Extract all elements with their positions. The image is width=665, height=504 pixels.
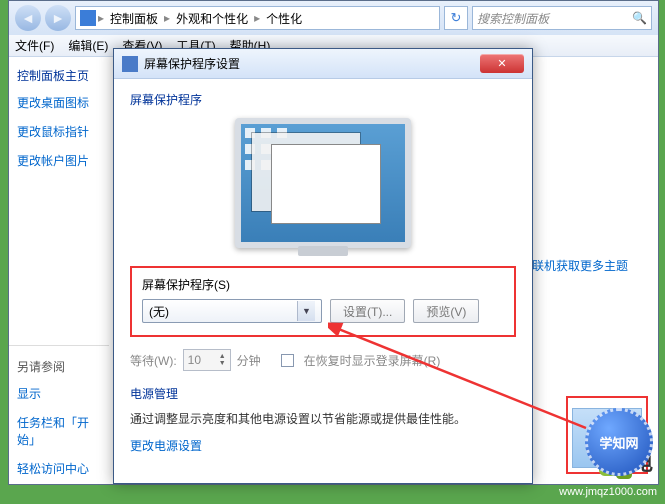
wait-label: 等待(W): [130, 352, 177, 369]
power-mgmt-text: 通过调整显示亮度和其他电源设置以节省能源或提供最佳性能。 [130, 410, 516, 429]
preview-windows [271, 144, 381, 224]
resume-checkbox[interactable] [281, 354, 294, 367]
sidebar-link-ease-access[interactable]: 轻松访问中心 [17, 460, 101, 477]
search-input[interactable]: 搜索控制面板 🔍 [472, 6, 652, 30]
sidebar-link-mouse-pointer[interactable]: 更改鼠标指针 [17, 123, 101, 140]
dialog-titlebar: 屏幕保护程序设置 ✕ [114, 49, 532, 79]
watermark-url: www.jmqz1000.com [559, 486, 657, 498]
chevron-down-icon: ▼ [297, 301, 315, 321]
chevron-right-icon: ▸ [254, 11, 260, 25]
group-label: 屏幕保护程序 [130, 91, 516, 108]
screensaver-field-label: 屏幕保护程序(S) [142, 276, 504, 293]
screensaver-dropdown[interactable]: (无) ▼ [142, 299, 322, 323]
sidebar-header[interactable]: 控制面板主页 [17, 67, 101, 84]
preview-button[interactable]: 预览(V) [413, 299, 479, 323]
power-settings-link[interactable]: 更改电源设置 [130, 437, 202, 454]
monitor-preview [235, 118, 411, 248]
search-placeholder: 搜索控制面板 [477, 10, 549, 27]
search-icon: 🔍 [632, 11, 647, 25]
sidebar-separator [9, 345, 109, 346]
resume-checkbox-label[interactable]: 在恢复时显示登录屏幕(R) [304, 352, 441, 369]
control-panel-icon [80, 10, 96, 26]
sidebar-link-account-pic[interactable]: 更改帐户图片 [17, 152, 101, 169]
breadcrumb-item[interactable]: 控制面板 [106, 10, 162, 27]
menu-file[interactable]: 文件(F) [15, 37, 54, 54]
annotation-box-dropdown: 屏幕保护程序(S) (无) ▼ 设置(T)... 预览(V) [130, 266, 516, 337]
dialog-title: 屏幕保护程序设置 [144, 55, 240, 72]
watermark-circle-icon: 学知网 [585, 408, 653, 476]
close-button[interactable]: ✕ [480, 54, 524, 73]
breadcrumb-item[interactable]: 个性化 [262, 10, 306, 27]
nav-back-button[interactable]: ◄ [15, 5, 41, 31]
online-themes-link[interactable]: 联机获取更多主题 [532, 257, 628, 274]
wait-row: 等待(W): 10 ▲▼ 分钟 在恢复时显示登录屏幕(R) [130, 349, 516, 371]
spinner-arrows-icon: ▲▼ [219, 353, 226, 367]
breadcrumb[interactable]: ▸ 控制面板 ▸ 外观和个性化 ▸ 个性化 [75, 6, 440, 30]
watermark-logo-2: 学知网 [585, 408, 657, 480]
see-also-header: 另请参阅 [17, 358, 101, 375]
breadcrumb-item[interactable]: 外观和个性化 [172, 10, 252, 27]
power-mgmt-header: 电源管理 [130, 385, 516, 402]
dialog-icon [122, 56, 138, 72]
menu-edit[interactable]: 编辑(E) [68, 37, 108, 54]
wait-spinner[interactable]: 10 ▲▼ [183, 349, 231, 371]
wait-value: 10 [188, 353, 201, 367]
sidebar: 控制面板主页 更改桌面图标 更改鼠标指针 更改帐户图片 另请参阅 显示 任务栏和… [9, 57, 109, 484]
explorer-header: ◄ ► ▸ 控制面板 ▸ 外观和个性化 ▸ 个性化 ↻ 搜索控制面板 🔍 [9, 1, 658, 35]
dropdown-value: (无) [149, 303, 169, 320]
screensaver-dialog: 屏幕保护程序设置 ✕ 屏幕保护程序 屏幕保护程序(S) (无) ▼ 设置(T).… [113, 48, 533, 484]
sidebar-link-taskbar[interactable]: 任务栏和「开始」 [17, 414, 101, 448]
wait-unit: 分钟 [237, 352, 261, 369]
sidebar-link-display[interactable]: 显示 [17, 385, 101, 402]
nav-forward-button[interactable]: ► [45, 5, 71, 31]
dialog-body: 屏幕保护程序 屏幕保护程序(S) (无) ▼ 设置(T)... 预览(V) 等待… [114, 79, 532, 466]
chevron-right-icon: ▸ [98, 11, 104, 25]
chevron-right-icon: ▸ [164, 11, 170, 25]
sidebar-link-desktop-icons[interactable]: 更改桌面图标 [17, 94, 101, 111]
refresh-button[interactable]: ↻ [444, 6, 468, 30]
settings-button[interactable]: 设置(T)... [330, 299, 405, 323]
